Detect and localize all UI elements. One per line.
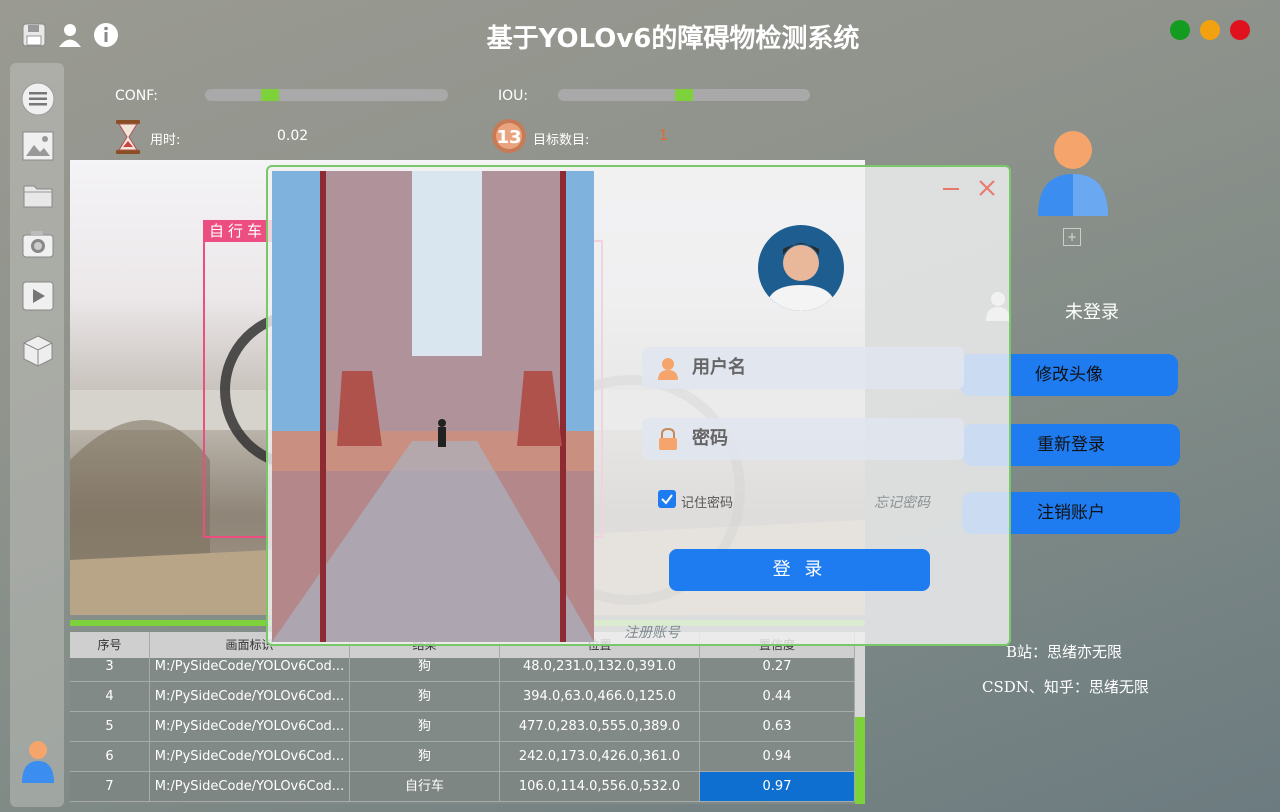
cell-position: 394.0,63.0,466.0,125.0 [500,682,700,712]
iou-slider[interactable] [558,89,810,101]
cell-result: 自行车 [350,772,500,802]
conf-slider[interactable] [205,89,448,101]
table-row-selected[interactable]: 7 M:/PySideCode/YOLOv6Cod... 自行车 106.0,1… [70,772,855,802]
cell-position: 242.0,173.0,426.0,361.0 [500,742,700,772]
iou-label: IOU: [498,88,529,104]
image-icon[interactable] [20,128,56,164]
login-dialog: 用户名 密码 记住密码 忘记密码 登 录 注册账号 [266,165,1011,646]
remember-checkbox[interactable] [658,490,676,508]
cell-index: 6 [70,742,150,772]
login-status: 未登录 [1065,302,1119,323]
iou-slider-handle[interactable] [675,89,693,101]
table-scrollbar[interactable] [855,632,865,804]
cell-position: 477.0,283.0,555.0,389.0 [500,712,700,742]
remember-label[interactable]: 记住密码 [681,492,733,511]
password-input[interactable]: 密码 [692,418,728,460]
cell-result: 狗 [350,652,500,682]
cell-result: 狗 [350,742,500,772]
time-value: 0.02 [277,128,309,144]
login-button[interactable]: 登 录 [669,549,930,591]
forgot-password-link[interactable]: 忘记密码 [874,492,930,512]
cell-confidence: 0.27 [700,652,855,682]
camera-icon[interactable] [20,226,56,262]
banner-illustration [272,171,594,642]
login-banner-image [272,171,594,642]
sidebar [10,63,64,807]
user-avatar-icon[interactable] [20,741,56,783]
conf-label: CONF: [115,88,158,104]
maximize-button[interactable] [1200,20,1220,40]
results-table: 序号 画面标识 结果 位置 置信度 3 M:/PySideCode/YOLOv6… [70,632,865,804]
lock-icon [656,427,680,455]
svg-text:13: 13 [496,127,521,148]
time-label: 用时: [150,133,181,148]
cell-index: 4 [70,682,150,712]
count-value: 1 [659,128,668,144]
cell-path: M:/PySideCode/YOLOv6Cod... [150,682,350,712]
cell-position: 106.0,114.0,556.0,532.0 [500,772,700,802]
target-count-icon: 13 [491,118,527,158]
count-label: 目标数目: [533,133,590,148]
cell-index: 7 [70,772,150,802]
username-input[interactable]: 用户名 [692,347,746,389]
login-avatar [758,225,844,311]
table-row[interactable]: 4 M:/PySideCode/YOLOv6Cod... 狗 394.0,63.… [70,682,855,712]
username-field[interactable]: 用户名 [642,347,964,389]
cell-result: 狗 [350,682,500,712]
cell-index: 5 [70,712,150,742]
table-row[interactable]: 3 M:/PySideCode/YOLOv6Cod... 狗 48.0,231.… [70,652,855,682]
profile-avatar[interactable] [1036,130,1110,222]
table-row[interactable]: 5 M:/PySideCode/YOLOv6Cod... 狗 477.0,283… [70,712,855,742]
minimize-button[interactable] [1170,20,1190,40]
model-cube-icon[interactable] [20,333,56,369]
cell-path: M:/PySideCode/YOLOv6Cod... [150,712,350,742]
table-scrollbar-thumb[interactable] [855,717,865,804]
register-link[interactable]: 注册账号 [624,622,680,642]
username-icon [656,356,680,384]
add-avatar-icon[interactable]: + [1063,228,1081,246]
app-title: 基于YOLOv6的障碍物检测系统 [486,24,860,54]
cell-path: M:/PySideCode/YOLOv6Cod... [150,772,350,802]
cell-confidence: 0.63 [700,712,855,742]
cell-confidence: 0.94 [700,742,855,772]
cell-index: 3 [70,652,150,682]
credit-bilibili: B站：思绪亦无限 [1006,643,1123,661]
minimize-dialog-icon[interactable] [942,177,960,195]
detection-label: 自行车 [203,220,273,241]
conf-slider-handle[interactable] [261,89,280,101]
folder-icon[interactable] [20,177,56,213]
hourglass-icon [114,119,142,159]
credit-csdn: CSDN、知乎：思绪无限 [982,678,1149,696]
cell-path: M:/PySideCode/YOLOv6Cod... [150,742,350,772]
cell-confidence-selected: 0.97 [700,772,855,802]
cell-position: 48.0,231.0,132.0,391.0 [500,652,700,682]
cell-path: M:/PySideCode/YOLOv6Cod... [150,652,350,682]
table-row[interactable]: 6 M:/PySideCode/YOLOv6Cod... 狗 242.0,173… [70,742,855,772]
password-field[interactable]: 密码 [642,418,964,460]
close-dialog-icon[interactable] [978,179,996,197]
video-icon[interactable] [20,278,56,314]
cell-result: 狗 [350,712,500,742]
menu-icon[interactable] [20,81,56,117]
cell-confidence: 0.44 [700,682,855,712]
close-button[interactable] [1230,20,1250,40]
